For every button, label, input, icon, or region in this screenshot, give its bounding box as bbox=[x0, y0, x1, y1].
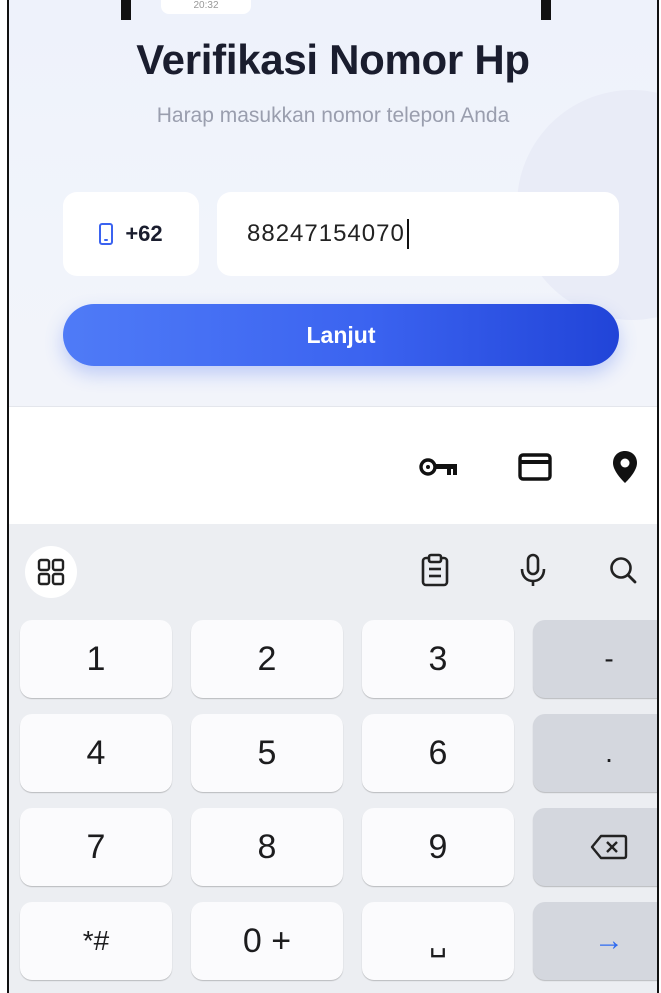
page-subtitle: Harap masukkan nomor telepon Anda bbox=[156, 104, 510, 127]
phone-number-input[interactable]: 88247154070 bbox=[217, 192, 619, 276]
key-3[interactable]: 3 bbox=[362, 620, 514, 698]
key-6[interactable]: 6 bbox=[362, 714, 514, 792]
continue-button-label: Lanjut bbox=[306, 321, 376, 348]
key-label: 9 bbox=[428, 827, 448, 866]
location-pin-icon[interactable] bbox=[603, 451, 647, 483]
country-code-selector[interactable]: +62 bbox=[63, 192, 199, 276]
space-key[interactable]: ␣ bbox=[362, 902, 514, 980]
key-label: 3 bbox=[428, 639, 448, 678]
key-star-hash[interactable]: *# bbox=[20, 902, 172, 980]
enter-key[interactable]: → bbox=[533, 902, 657, 980]
key-7[interactable]: 7 bbox=[20, 808, 172, 886]
clipboard-icon[interactable] bbox=[413, 548, 457, 592]
key-label: 7 bbox=[86, 827, 106, 866]
key-label: ␣ bbox=[429, 925, 447, 957]
key-label: *# bbox=[82, 925, 110, 956]
status-time: 20:32 bbox=[161, 0, 251, 14]
apps-grid-icon[interactable] bbox=[25, 546, 77, 598]
status-bar-edge bbox=[121, 0, 131, 20]
phone-screen: 20:32 Verifikasi Nomor Hp Harap masukkan… bbox=[7, 0, 659, 993]
key-dash[interactable]: - bbox=[533, 620, 657, 698]
key-2[interactable]: 2 bbox=[191, 620, 343, 698]
page-title: Verifikasi Nomor Hp bbox=[136, 36, 530, 83]
key-label: 4 bbox=[86, 733, 106, 772]
key-label: . bbox=[605, 737, 613, 768]
arrow-right-icon: → bbox=[594, 924, 624, 957]
key-label: 6 bbox=[428, 733, 448, 772]
key-0-plus[interactable]: 0 + bbox=[191, 902, 343, 980]
key-label: 5 bbox=[257, 733, 277, 772]
phone-icon bbox=[99, 223, 114, 245]
status-bar: 20:32 bbox=[121, 0, 551, 24]
card-icon[interactable] bbox=[515, 451, 555, 483]
key-label: 0 + bbox=[242, 921, 292, 960]
backspace-icon bbox=[590, 834, 628, 860]
microphone-icon[interactable] bbox=[511, 548, 555, 592]
verification-screen: 20:32 Verifikasi Nomor Hp Harap masukkan… bbox=[9, 0, 657, 406]
country-code-label: +62 bbox=[125, 221, 163, 246]
backspace-key[interactable] bbox=[533, 808, 657, 886]
key-label: - bbox=[604, 643, 614, 674]
key-1[interactable]: 1 bbox=[20, 620, 172, 698]
key-4[interactable]: 4 bbox=[20, 714, 172, 792]
search-icon[interactable] bbox=[601, 548, 645, 592]
key-period[interactable]: . bbox=[533, 714, 657, 792]
numeric-keyboard: 1 2 3 - 4 5 6 . 7 8 9 *# 0 + ␣ → bbox=[9, 524, 657, 993]
key-8[interactable]: 8 bbox=[191, 808, 343, 886]
phone-number-value: 88247154070 bbox=[247, 220, 405, 247]
key-label: 8 bbox=[257, 827, 277, 866]
key-9[interactable]: 9 bbox=[362, 808, 514, 886]
continue-button[interactable]: Lanjut bbox=[63, 304, 619, 366]
key-icon[interactable] bbox=[419, 451, 459, 483]
text-cursor bbox=[406, 219, 409, 249]
status-bar-edge bbox=[541, 0, 551, 20]
key-label: 1 bbox=[86, 639, 106, 678]
key-label: 2 bbox=[257, 639, 277, 678]
key-5[interactable]: 5 bbox=[191, 714, 343, 792]
autofill-bar bbox=[9, 406, 657, 524]
